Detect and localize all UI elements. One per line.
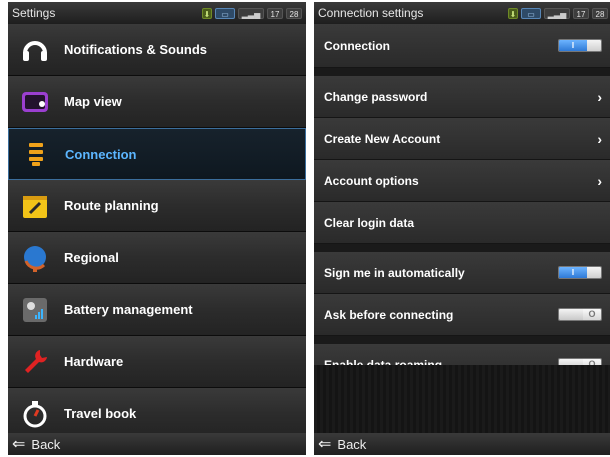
clock-minutes: 28 xyxy=(286,7,302,19)
back-label: Back xyxy=(337,436,367,452)
menu-label: Connection xyxy=(65,146,137,162)
map-view-icon xyxy=(20,87,50,117)
gps-icon: ⬇ xyxy=(202,7,212,19)
battery-status-icon: ▭ xyxy=(521,7,541,19)
chevron-right-icon: › xyxy=(597,88,602,105)
menu-label: Notifications & Sounds xyxy=(64,42,207,57)
signal-icon: ▂▃▅ xyxy=(238,7,264,19)
signal-icon: ▂▃▅ xyxy=(544,7,570,19)
headphones-icon xyxy=(20,35,50,65)
menu-label: Battery management xyxy=(64,302,193,317)
screen-title: Connection settings xyxy=(318,6,424,20)
menu-item-connection[interactable]: Connection xyxy=(8,128,306,180)
settings-panel: Settings ⬇ ▭ ▂▃▅ 17 28 Notifications & S… xyxy=(8,2,306,455)
status-bar: Settings ⬇ ▭ ▂▃▅ 17 28 xyxy=(8,2,306,24)
sign-in-automatically-row[interactable]: Sign me in automatically I xyxy=(314,252,610,294)
back-button[interactable]: ⇐ Back xyxy=(314,433,610,455)
row-label: Account options xyxy=(324,173,419,188)
row-label: Change password xyxy=(324,89,428,104)
stopwatch-icon xyxy=(20,399,50,429)
menu-item-route-planning[interactable]: Route planning xyxy=(8,180,306,232)
divider xyxy=(314,68,610,76)
settings-menu: Notifications & Sounds Map view Connecti… xyxy=(8,24,306,440)
create-account-row[interactable]: Create New Account › xyxy=(314,118,610,160)
row-label: Connection xyxy=(324,38,390,53)
menu-item-regional[interactable]: Regional xyxy=(8,232,306,284)
battery-icon xyxy=(20,295,50,325)
row-label: Create New Account xyxy=(324,131,441,146)
row-label: Clear login data xyxy=(324,215,415,230)
connection-toggle-row[interactable]: Connection I xyxy=(314,24,610,68)
route-planning-icon xyxy=(20,191,50,221)
connection-settings-panel: Connection settings ⬇ ▭ ▂▃▅ 17 28 Connec… xyxy=(314,2,610,455)
empty-area xyxy=(314,365,610,433)
back-arrow-icon: ⇐ xyxy=(318,436,332,453)
account-options-row[interactable]: Account options › xyxy=(314,160,610,202)
divider xyxy=(314,336,610,344)
ask-before-connecting-toggle[interactable]: O xyxy=(558,308,602,321)
globe-icon xyxy=(20,243,50,273)
change-password-row[interactable]: Change password › xyxy=(314,76,610,118)
menu-item-map-view[interactable]: Map view xyxy=(8,76,306,128)
ask-before-connecting-row[interactable]: Ask before connecting O xyxy=(314,294,610,336)
chevron-right-icon: › xyxy=(597,130,602,147)
menu-label: Map view xyxy=(64,94,122,109)
menu-label: Regional xyxy=(64,250,119,265)
clear-login-data-row[interactable]: Clear login data xyxy=(314,202,610,244)
back-button[interactable]: ⇐ Back xyxy=(8,433,306,455)
menu-label: Travel book xyxy=(64,406,137,421)
menu-label: Hardware xyxy=(64,354,124,369)
wrench-icon xyxy=(20,347,50,377)
menu-item-hardware[interactable]: Hardware xyxy=(8,336,306,388)
menu-item-notifications[interactable]: Notifications & Sounds xyxy=(8,24,306,76)
clock-hours: 17 xyxy=(267,7,283,19)
gps-icon: ⬇ xyxy=(508,7,518,19)
sign-in-auto-toggle[interactable]: I xyxy=(558,266,602,279)
row-label: Sign me in automatically xyxy=(324,265,465,280)
screen-title: Settings xyxy=(12,6,56,20)
chevron-right-icon: › xyxy=(597,172,602,189)
battery-status-icon: ▭ xyxy=(215,7,235,19)
clock-minutes: 28 xyxy=(592,7,608,19)
clock-hours: 17 xyxy=(573,7,589,19)
back-label: Back xyxy=(31,436,61,452)
connection-toggle[interactable]: I xyxy=(558,39,602,52)
status-bar: Connection settings ⬇ ▭ ▂▃▅ 17 28 xyxy=(314,2,610,24)
connection-icon xyxy=(21,139,51,169)
menu-item-battery[interactable]: Battery management xyxy=(8,284,306,336)
back-arrow-icon: ⇐ xyxy=(12,436,26,453)
row-label: Ask before connecting xyxy=(324,307,454,322)
divider xyxy=(314,244,610,252)
menu-label: Route planning xyxy=(64,198,159,213)
